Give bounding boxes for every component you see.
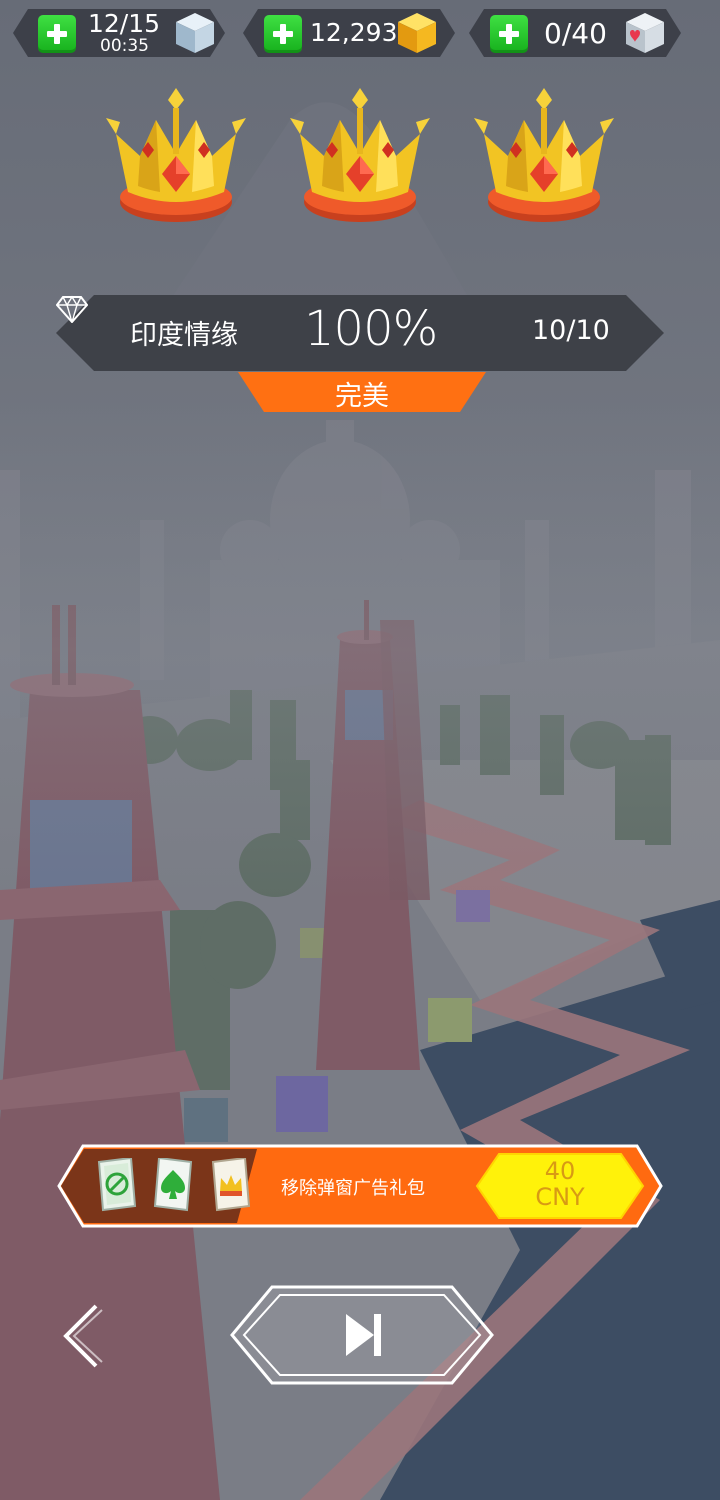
rating-label: 完美 bbox=[335, 381, 389, 412]
remove-ads-offer[interactable]: 移除弹窗广告礼包 40 CNY bbox=[57, 1144, 663, 1228]
level-result-banner: 印度情缘 100% 10/10 bbox=[56, 295, 664, 371]
crown-icon-2 bbox=[290, 88, 430, 222]
add-lives-button[interactable] bbox=[38, 15, 76, 53]
ice-cube-icon bbox=[176, 13, 214, 53]
price-amount: 40 bbox=[544, 1157, 576, 1185]
spade-card-icon bbox=[153, 1158, 193, 1212]
lives-timer: 00:35 bbox=[100, 36, 149, 56]
price-currency: CNY bbox=[535, 1183, 585, 1211]
crown-icon-3 bbox=[474, 88, 614, 222]
lives-counter: 12/15 00:35 bbox=[12, 8, 226, 58]
add-gems-button[interactable] bbox=[264, 15, 302, 53]
price-button[interactable]: 40 CNY bbox=[475, 1152, 645, 1220]
crown-icon-1 bbox=[106, 88, 246, 222]
gold-cube-icon bbox=[398, 13, 436, 53]
crown-card-icon bbox=[211, 1158, 251, 1212]
chevron-left-icon bbox=[63, 1304, 103, 1368]
hearts-value: 0/40 bbox=[544, 17, 607, 50]
hearts-counter: 0/40 bbox=[468, 8, 682, 58]
level-progress-percent: 100% bbox=[304, 301, 438, 357]
level-name: 印度情缘 bbox=[130, 320, 238, 351]
gems-value: 12,293 bbox=[310, 18, 398, 47]
gems-counter: 12,293 bbox=[242, 8, 456, 58]
offer-title: 移除弹窗广告礼包 bbox=[281, 1178, 425, 1199]
diamond-icon bbox=[56, 295, 88, 323]
back-button[interactable] bbox=[58, 1302, 106, 1370]
lives-value: 12/15 bbox=[88, 9, 161, 38]
gems-collected: 10/10 bbox=[532, 315, 610, 346]
heart-cube-icon bbox=[626, 13, 664, 53]
add-hearts-button[interactable] bbox=[490, 15, 528, 53]
no-ads-card-icon bbox=[97, 1158, 137, 1212]
rating-ribbon: 完美 bbox=[238, 372, 486, 412]
next-level-button[interactable] bbox=[228, 1284, 496, 1386]
